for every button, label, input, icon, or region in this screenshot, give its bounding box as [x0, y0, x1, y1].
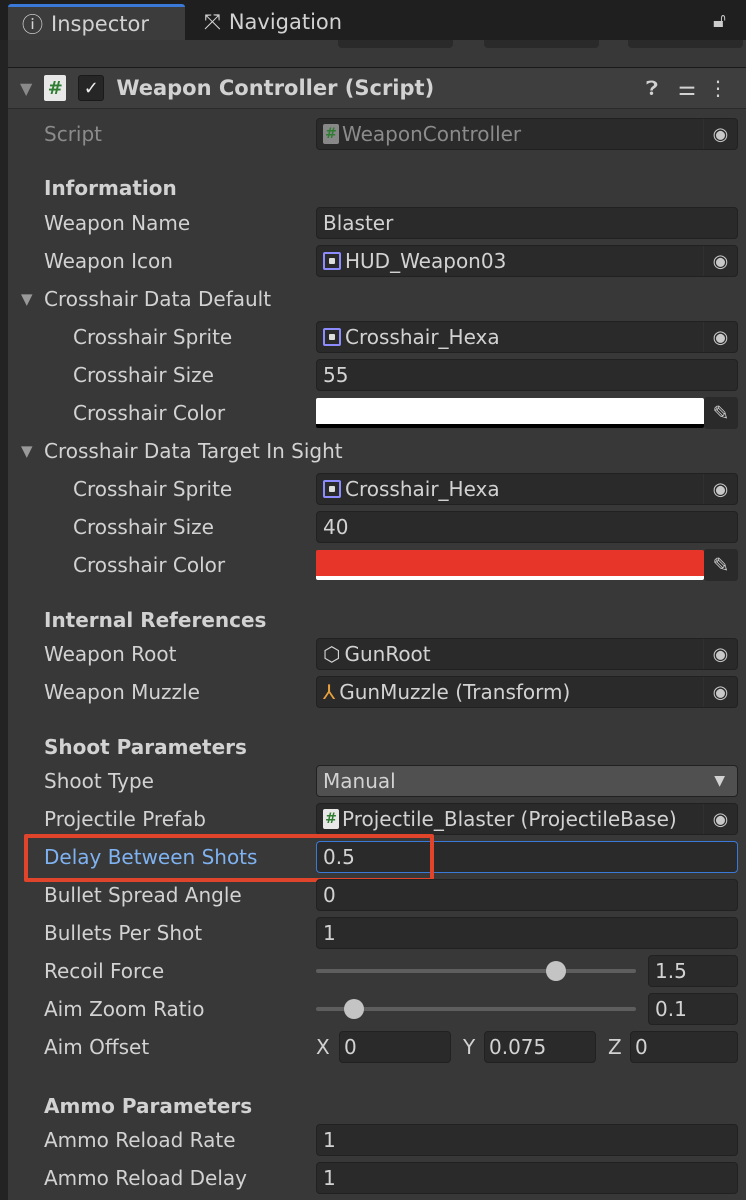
weapon-name-input[interactable]: Blaster — [316, 207, 738, 239]
collapse-triangle-icon[interactable]: ▼ — [20, 79, 32, 98]
x-label: X — [316, 1035, 330, 1059]
section-header: Ammo Parameters — [44, 1094, 253, 1118]
info-icon: ⓘ — [22, 12, 43, 37]
crosshair-sprite-field[interactable]: Crosshair_Hexa ◉ — [316, 321, 738, 353]
object-picker-icon[interactable]: ◉ — [703, 639, 737, 669]
field-label: Crosshair Sprite — [73, 477, 233, 501]
highlight-annotation — [24, 834, 434, 882]
field-label: Crosshair Color — [73, 401, 226, 425]
crosshair-color-swatch[interactable] — [316, 398, 704, 428]
script-icon: # — [323, 124, 339, 144]
field-label: Bullet Spread Angle — [44, 883, 242, 907]
field-label: Crosshair Sprite — [73, 325, 233, 349]
recoil-input[interactable]: 1.5 — [648, 955, 738, 987]
foldout-header[interactable]: Crosshair Data Default — [44, 287, 271, 311]
recoil-slider[interactable] — [316, 961, 636, 981]
component-header[interactable]: ▼ # ✓ Weapon Controller (Script) ❓︎ ⚌ ⋮ — [8, 67, 746, 109]
gameobject-icon: ⬡ — [323, 642, 341, 666]
tab-navigation[interactable]: ⤧ Navigation — [190, 4, 356, 40]
object-picker-icon[interactable]: ◉ — [703, 804, 737, 834]
slider-handle[interactable] — [546, 961, 566, 981]
y-label: Y — [463, 1035, 476, 1059]
object-picker-icon[interactable]: ◉ — [703, 677, 737, 707]
weapon-icon-field[interactable]: HUD_Weapon03 ◉ — [316, 245, 738, 277]
field-label: Ammo Reload Delay — [44, 1166, 247, 1190]
crosshair-size-input[interactable]: 55 — [316, 359, 738, 391]
field-label: Projectile Prefab — [44, 807, 206, 831]
field-label: Weapon Root — [44, 642, 177, 666]
field-label: Ammo Reload Rate — [44, 1128, 236, 1152]
field-label: Aim Offset — [44, 1035, 150, 1059]
foldout-header[interactable]: Crosshair Data Target In Sight — [44, 439, 343, 463]
sprite-icon — [323, 328, 341, 346]
sprite-icon — [323, 252, 341, 270]
ammo-reload-rate-input[interactable]: 1 — [316, 1124, 738, 1156]
chevron-down-icon: ▼ — [714, 773, 725, 789]
ammo-reload-delay-input[interactable]: 1 — [316, 1162, 738, 1194]
crosshair-size-input[interactable]: 40 — [316, 511, 738, 543]
section-header: Shoot Parameters — [44, 735, 247, 759]
object-picker-icon[interactable]: ◉ — [703, 246, 737, 276]
tab-inspector[interactable]: ⓘ Inspector — [8, 4, 185, 40]
bullet-spread-input[interactable]: 0 — [316, 879, 738, 911]
sprite-icon — [323, 480, 341, 498]
field-label: Crosshair Color — [73, 553, 226, 577]
object-picker-icon[interactable]: ◉ — [703, 474, 737, 504]
script-row: Script # WeaponController ◉ — [8, 116, 746, 152]
eyedropper-icon[interactable]: ✎ — [704, 397, 738, 429]
projectile-prefab-field[interactable]: # Projectile_Blaster (ProjectileBase) ◉ — [316, 803, 738, 835]
field-label: Shoot Type — [44, 769, 154, 793]
script-icon: # — [323, 809, 339, 829]
scale-row-partial — [8, 40, 746, 70]
slider-handle[interactable] — [344, 999, 365, 1019]
shoot-type-dropdown[interactable]: Manual ▼ — [316, 765, 738, 797]
offset-x-input[interactable]: 0 — [339, 1031, 451, 1063]
object-picker-icon[interactable]: ◉ — [703, 322, 737, 352]
crosshair-sprite-field[interactable]: Crosshair_Hexa ◉ — [316, 473, 738, 505]
aim-zoom-slider[interactable] — [316, 999, 636, 1019]
section-header: Internal References — [44, 608, 267, 632]
z-label: Z — [608, 1035, 622, 1059]
field-label: Weapon Muzzle — [44, 680, 200, 704]
presets-icon[interactable]: ⚌ — [678, 76, 696, 100]
field-label: Aim Zoom Ratio — [44, 997, 205, 1021]
weapon-root-field[interactable]: ⬡ GunRoot ◉ — [316, 638, 738, 670]
field-label: Weapon Icon — [44, 249, 173, 273]
navigation-icon: ⤧ — [204, 9, 221, 34]
weapon-muzzle-field[interactable]: ⅄ GunMuzzle (Transform) ◉ — [316, 676, 738, 708]
eyedropper-icon[interactable]: ✎ — [704, 549, 738, 581]
field-label: Weapon Name — [44, 211, 191, 235]
field-label: Crosshair Size — [73, 363, 214, 387]
field-label: Script — [44, 122, 103, 146]
enabled-checkbox[interactable]: ✓ — [78, 75, 105, 101]
field-label: Crosshair Size — [73, 515, 214, 539]
more-menu-icon[interactable]: ⋮ — [708, 76, 728, 100]
field-label: Bullets Per Shot — [44, 921, 203, 945]
bullets-per-shot-input[interactable]: 1 — [316, 917, 738, 949]
object-picker-icon[interactable]: ◉ — [703, 119, 737, 149]
offset-y-input[interactable]: 0.075 — [484, 1031, 596, 1063]
help-icon[interactable]: ❓︎ — [646, 76, 658, 100]
tab-bar: ⓘ Inspector ⤧ Navigation 🔓︎ — [0, 0, 746, 40]
lock-icon[interactable]: 🔓︎ — [713, 8, 726, 32]
transform-icon: ⅄ — [323, 680, 336, 704]
section-header: Information — [44, 176, 177, 200]
field-label: Recoil Force — [44, 959, 165, 983]
component-title: Weapon Controller (Script) — [116, 76, 435, 100]
foldout-triangle-icon[interactable]: ▼ — [21, 290, 33, 308]
crosshair-color-swatch[interactable] — [316, 550, 704, 580]
script-field[interactable]: # WeaponController ◉ — [316, 118, 738, 150]
foldout-triangle-icon[interactable]: ▼ — [21, 442, 33, 460]
aim-zoom-input[interactable]: 0.1 — [648, 993, 738, 1025]
script-icon: # — [44, 75, 67, 101]
offset-z-input[interactable]: 0 — [630, 1031, 738, 1063]
panel-edge — [0, 40, 8, 1200]
